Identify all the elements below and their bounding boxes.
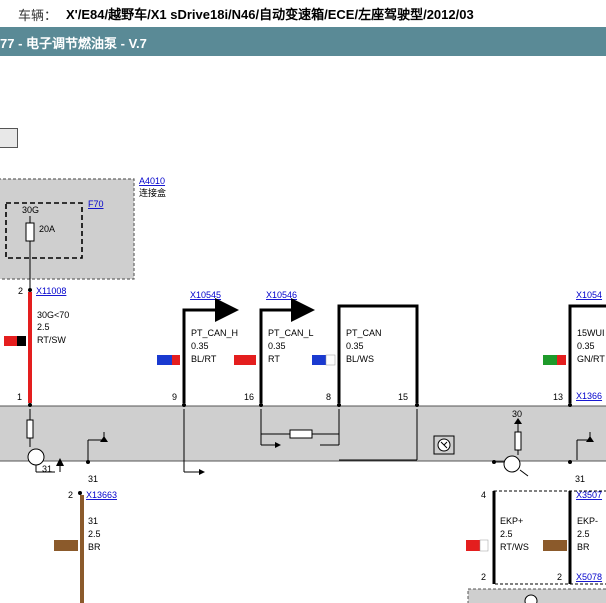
can-h-size: 0.35 (191, 341, 209, 351)
pin-8: 8 (326, 392, 331, 402)
can-l-color: RT (268, 354, 280, 364)
can-l-signal: PT_CAN_L (268, 328, 314, 338)
pin-31-c: 31 (575, 474, 585, 484)
ekp-plus-color: RT/WS (500, 542, 529, 552)
color-swatch-br (54, 540, 78, 551)
supply-wire-size: 2.5 (37, 322, 50, 332)
pin-2-top: 2 (18, 286, 23, 296)
fuse-supply: 30G (22, 205, 39, 215)
color-swatch-rt-ws (466, 540, 480, 551)
fuse-icon (25, 222, 35, 242)
supply-wire-color: RT/SW (37, 335, 66, 345)
fuel-pump-symbol-icon (433, 435, 455, 455)
pin-31-a: 31 (42, 464, 52, 474)
can-l-size: 0.35 (268, 341, 286, 351)
pin-15: 15 (398, 392, 408, 402)
right-wire-color: GN/RT (577, 354, 605, 364)
ekp-plus-signal: EKP+ (500, 516, 523, 526)
pin-4: 4 (481, 490, 486, 500)
pin-1: 1 (17, 392, 22, 402)
ground-wire-size: 2.5 (88, 529, 101, 539)
right-wire-signal: 15WUI (577, 328, 605, 338)
can-color: BL/WS (346, 354, 374, 364)
ekp-plus-size: 2.5 (500, 529, 513, 539)
connector-can-l-link[interactable]: X10546 (266, 290, 297, 300)
color-swatch-gn-rt (543, 355, 557, 365)
pin-2-bottom-mid: 2 (481, 572, 486, 582)
can-size: 0.35 (346, 341, 364, 351)
color-swatch-bl-rt (157, 355, 172, 365)
junction-box-name: 连接盒 (139, 187, 166, 198)
pin-31-b: 31 (88, 474, 98, 484)
pin-30: 30 (512, 409, 522, 419)
fuse-id-link[interactable]: F70 (88, 199, 104, 209)
color-swatch-bl-ws (312, 355, 326, 365)
connector-bottom-far-link[interactable]: X5078 (576, 572, 602, 582)
pin-9: 9 (172, 392, 177, 402)
ground-wire-signal: 31 (88, 516, 98, 526)
ground-wire-color: BR (88, 542, 101, 552)
connector-bottom-left-link[interactable]: X13663 (86, 490, 117, 500)
color-swatch-rt (234, 355, 256, 365)
connector-can-h-link[interactable]: X10545 (190, 290, 221, 300)
can-signal: PT_CAN (346, 328, 382, 338)
connector-right-top-link[interactable]: X1054 (576, 290, 602, 300)
connector-left-top-link[interactable]: X11008 (36, 286, 66, 296)
supply-wire-signal: 30G<70 (37, 310, 69, 320)
color-swatch-br-2 (543, 540, 567, 551)
can-h-signal: PT_CAN_H (191, 328, 238, 338)
ekp-minus-signal: EKP- (577, 516, 598, 526)
right-wire-size: 0.35 (577, 341, 595, 351)
junction-box-id-link[interactable]: A4010 (139, 176, 165, 186)
junction-box (0, 178, 135, 280)
pin-16: 16 (244, 392, 254, 402)
ekp-minus-color: BR (577, 542, 590, 552)
color-swatch-rt-sw (4, 336, 17, 346)
wiring-diagram: A4010 连接盒 F70 30G 20A 2 X11008 30G<70 2.… (0, 176, 606, 603)
can-h-color: BL/RT (191, 354, 217, 364)
connector-bottom-right-link[interactable]: X3507 (576, 490, 602, 500)
pin-13: 13 (553, 392, 563, 402)
connector-right-mid-link[interactable]: X1366 (576, 391, 602, 401)
fuse-rating: 20A (39, 224, 55, 234)
pin-2-bottom-left: 2 (68, 490, 73, 500)
pin-2-bottom-right: 2 (557, 572, 562, 582)
ekp-minus-size: 2.5 (577, 529, 590, 539)
